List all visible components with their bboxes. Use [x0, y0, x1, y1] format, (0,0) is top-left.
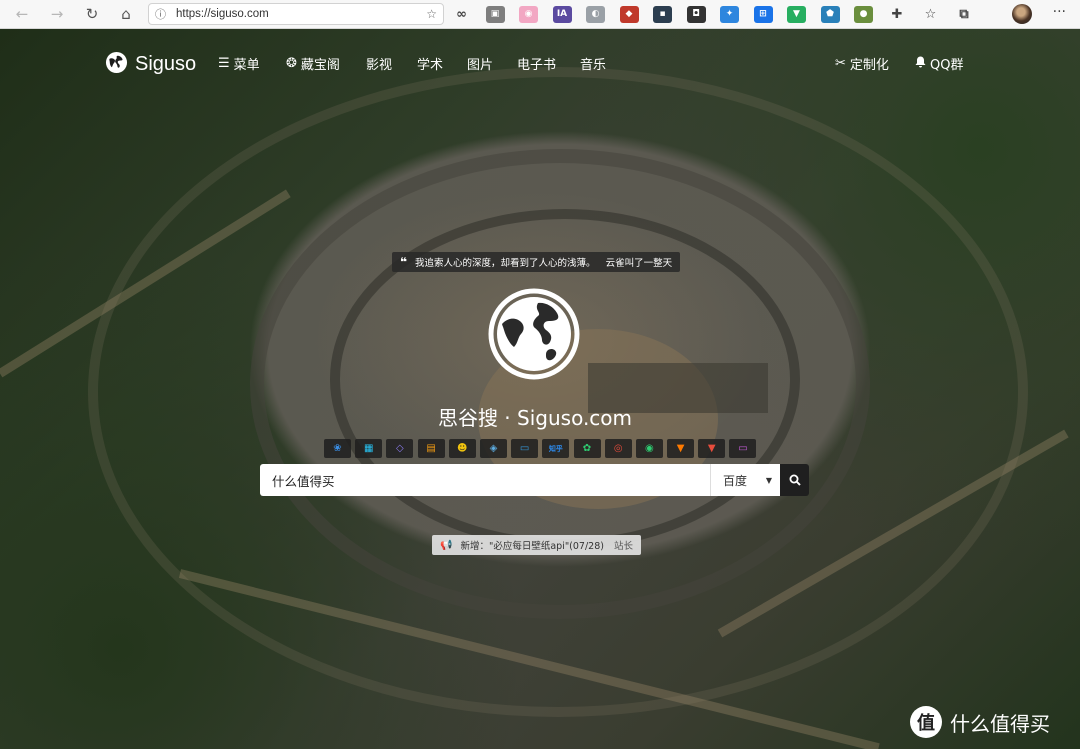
camera-icon[interactable]: ◘ — [686, 5, 706, 23]
zhihu-engine-button[interactable]: 知乎 — [542, 439, 570, 458]
nav-label: 学术 — [417, 58, 444, 73]
baidu-engine-button[interactable]: ❀ — [324, 439, 351, 458]
globe-logo-icon — [105, 51, 128, 78]
video-engine-button[interactable]: ▤ — [417, 439, 445, 458]
address-bar[interactable]: ⓘ https://siguso.com ☆ — [148, 3, 444, 25]
nav-ebooks[interactable]: 电子书 — [517, 54, 556, 73]
search-icon — [789, 471, 801, 490]
nav-label: 菜单 — [233, 58, 260, 73]
nav-customize[interactable]: ✂ 定制化 — [835, 54, 889, 73]
engine-shortcuts: ❀ ▦ ◇ ▤ ☻ ◈ ▭ 知乎 ✿ ◎ ◉ ▼ ▼ ▭ — [324, 439, 761, 458]
shield-badge-icon[interactable]: ◆ — [619, 5, 639, 23]
offline-icon[interactable]: ▼ — [787, 5, 806, 23]
plant-engine-button[interactable]: ✿ — [573, 439, 601, 458]
notice-text: 新增："必应每日壁纸api"(07/28) — [460, 541, 604, 552]
favorite-add-icon[interactable]: ☆ — [426, 7, 437, 21]
more-menu-icon[interactable]: ··· — [1053, 4, 1066, 20]
globe-logo-icon — [488, 288, 580, 384]
tab-icon[interactable]: ▣ — [485, 5, 505, 23]
menu-icon: ☰ — [218, 56, 230, 71]
nav-qq-group[interactable]: QQ群 — [915, 54, 963, 73]
quote-icon: ❝ — [400, 255, 408, 269]
favorites-icon[interactable]: ☆ — [921, 6, 940, 23]
bell-icon — [915, 56, 926, 72]
nav-menu[interactable]: ☰ 菜单 — [218, 54, 260, 73]
wechat-engine-button[interactable]: ◉ — [635, 439, 663, 458]
tools-icon: ✂ — [835, 56, 846, 71]
card-engine-button[interactable]: ▭ — [511, 439, 539, 458]
notice-author: 站长 — [613, 541, 633, 552]
watermark-logo: 值 — [910, 706, 942, 738]
360-engine-button[interactable]: ◈ — [479, 439, 507, 458]
brand-name: Siguso — [135, 53, 197, 75]
daily-quote: ❝ 我追索人心的深度，却看到了人心的浅薄。 云雀叫了一整天 — [392, 252, 681, 272]
megaphone-icon: 📢 — [440, 539, 453, 551]
caret-down-icon: ▼ — [765, 475, 772, 485]
mouse-icon[interactable]: ◐ — [586, 5, 605, 23]
nav-label: 定制化 — [849, 58, 889, 73]
watermark-text: 什么值得买 — [950, 711, 1050, 736]
nav-treasure[interactable]: ❂ 藏宝阁 — [286, 54, 340, 73]
forward-button[interactable]: → — [43, 1, 71, 27]
bird-icon[interactable]: ✦ — [720, 5, 739, 23]
nav-images[interactable]: 图片 — [467, 54, 493, 73]
infinity-icon[interactable]: ∞ — [452, 6, 471, 23]
nav-label: QQ群 — [930, 58, 964, 73]
nav-movies[interactable]: 影视 — [366, 54, 392, 73]
home-button[interactable]: ⌂ — [112, 1, 140, 27]
globe-ext-icon[interactable]: ● — [854, 5, 873, 23]
site-navbar: Siguso ☰ 菜单 ❂ 藏宝阁 影视 学术 图片 电子书 音乐 ✂ 定制化 … — [0, 29, 1080, 95]
nav-label: 藏宝阁 — [300, 58, 340, 73]
quote-author: 云雀叫了一整天 — [605, 258, 673, 269]
info-icon[interactable]: ⓘ — [155, 6, 166, 22]
search-button[interactable] — [780, 464, 809, 496]
weibo-engine-button[interactable]: ◎ — [604, 439, 632, 458]
extension-bar: ∞ ▣ ◉ IA ◐ ◆ ▪ ◘ ✦ ⊞ ▼ ⬟ ● ✚ ☆ ⧉ — [452, 3, 988, 25]
nav-label: 音乐 — [580, 58, 607, 73]
smzdm-watermark: 值 什么值得买 — [910, 706, 1050, 738]
search-input[interactable] — [260, 464, 710, 496]
site-title: 思谷搜 · Siguso.com — [437, 406, 633, 430]
site-notice[interactable]: 📢 新增："必应每日壁纸api"(07/28) 站长 — [432, 535, 641, 555]
quote-text: 我追索人心的深度，却看到了人心的浅薄。 — [415, 258, 596, 269]
nav-label: 图片 — [467, 58, 494, 73]
browser-toolbar: ← → ↻ ⌂ ⓘ https://siguso.com ☆ ∞ ▣ ◉ IA ◐ ◆ ▪ ◘… — [0, 0, 1080, 29]
cat-icon[interactable]: ◉ — [519, 5, 538, 23]
nav-label: 电子书 — [517, 58, 557, 73]
translate-icon[interactable]: ⊞ — [753, 5, 773, 23]
url-text: https://siguso.com — [176, 8, 269, 20]
puzzle-icon[interactable]: ✚ — [888, 6, 907, 23]
sogou-engine-button[interactable]: ☻ — [448, 439, 476, 458]
background-image — [0, 29, 1080, 749]
tv-engine-button[interactable]: ▭ — [729, 439, 757, 458]
search-form: 百度 ▼ — [260, 464, 809, 496]
treasure-icon: ❂ — [286, 56, 297, 71]
bing-engine-button[interactable]: ▦ — [355, 439, 383, 458]
nav-label: 影视 — [366, 58, 393, 73]
profile-avatar[interactable] — [1012, 4, 1032, 24]
taobao-engine-button[interactable]: ▼ — [667, 439, 695, 458]
back-button[interactable]: ← — [8, 1, 36, 27]
shield-icon[interactable]: ⬟ — [820, 5, 840, 23]
brand-link[interactable]: Siguso — [105, 51, 196, 78]
nav-academic[interactable]: 学术 — [417, 54, 443, 73]
ia-icon[interactable]: IA — [552, 5, 572, 23]
engine-select-value: 百度 — [723, 473, 748, 488]
duckduckgo-engine-button[interactable]: ◇ — [386, 439, 414, 458]
collections-icon[interactable]: ⧉ — [955, 6, 974, 23]
terminal-icon[interactable]: ▪ — [653, 5, 672, 23]
jd-engine-button[interactable]: ▼ — [698, 439, 726, 458]
engine-select[interactable]: 百度 ▼ — [710, 464, 780, 496]
reload-button[interactable]: ↻ — [78, 1, 106, 27]
nav-music[interactable]: 音乐 — [580, 54, 606, 73]
